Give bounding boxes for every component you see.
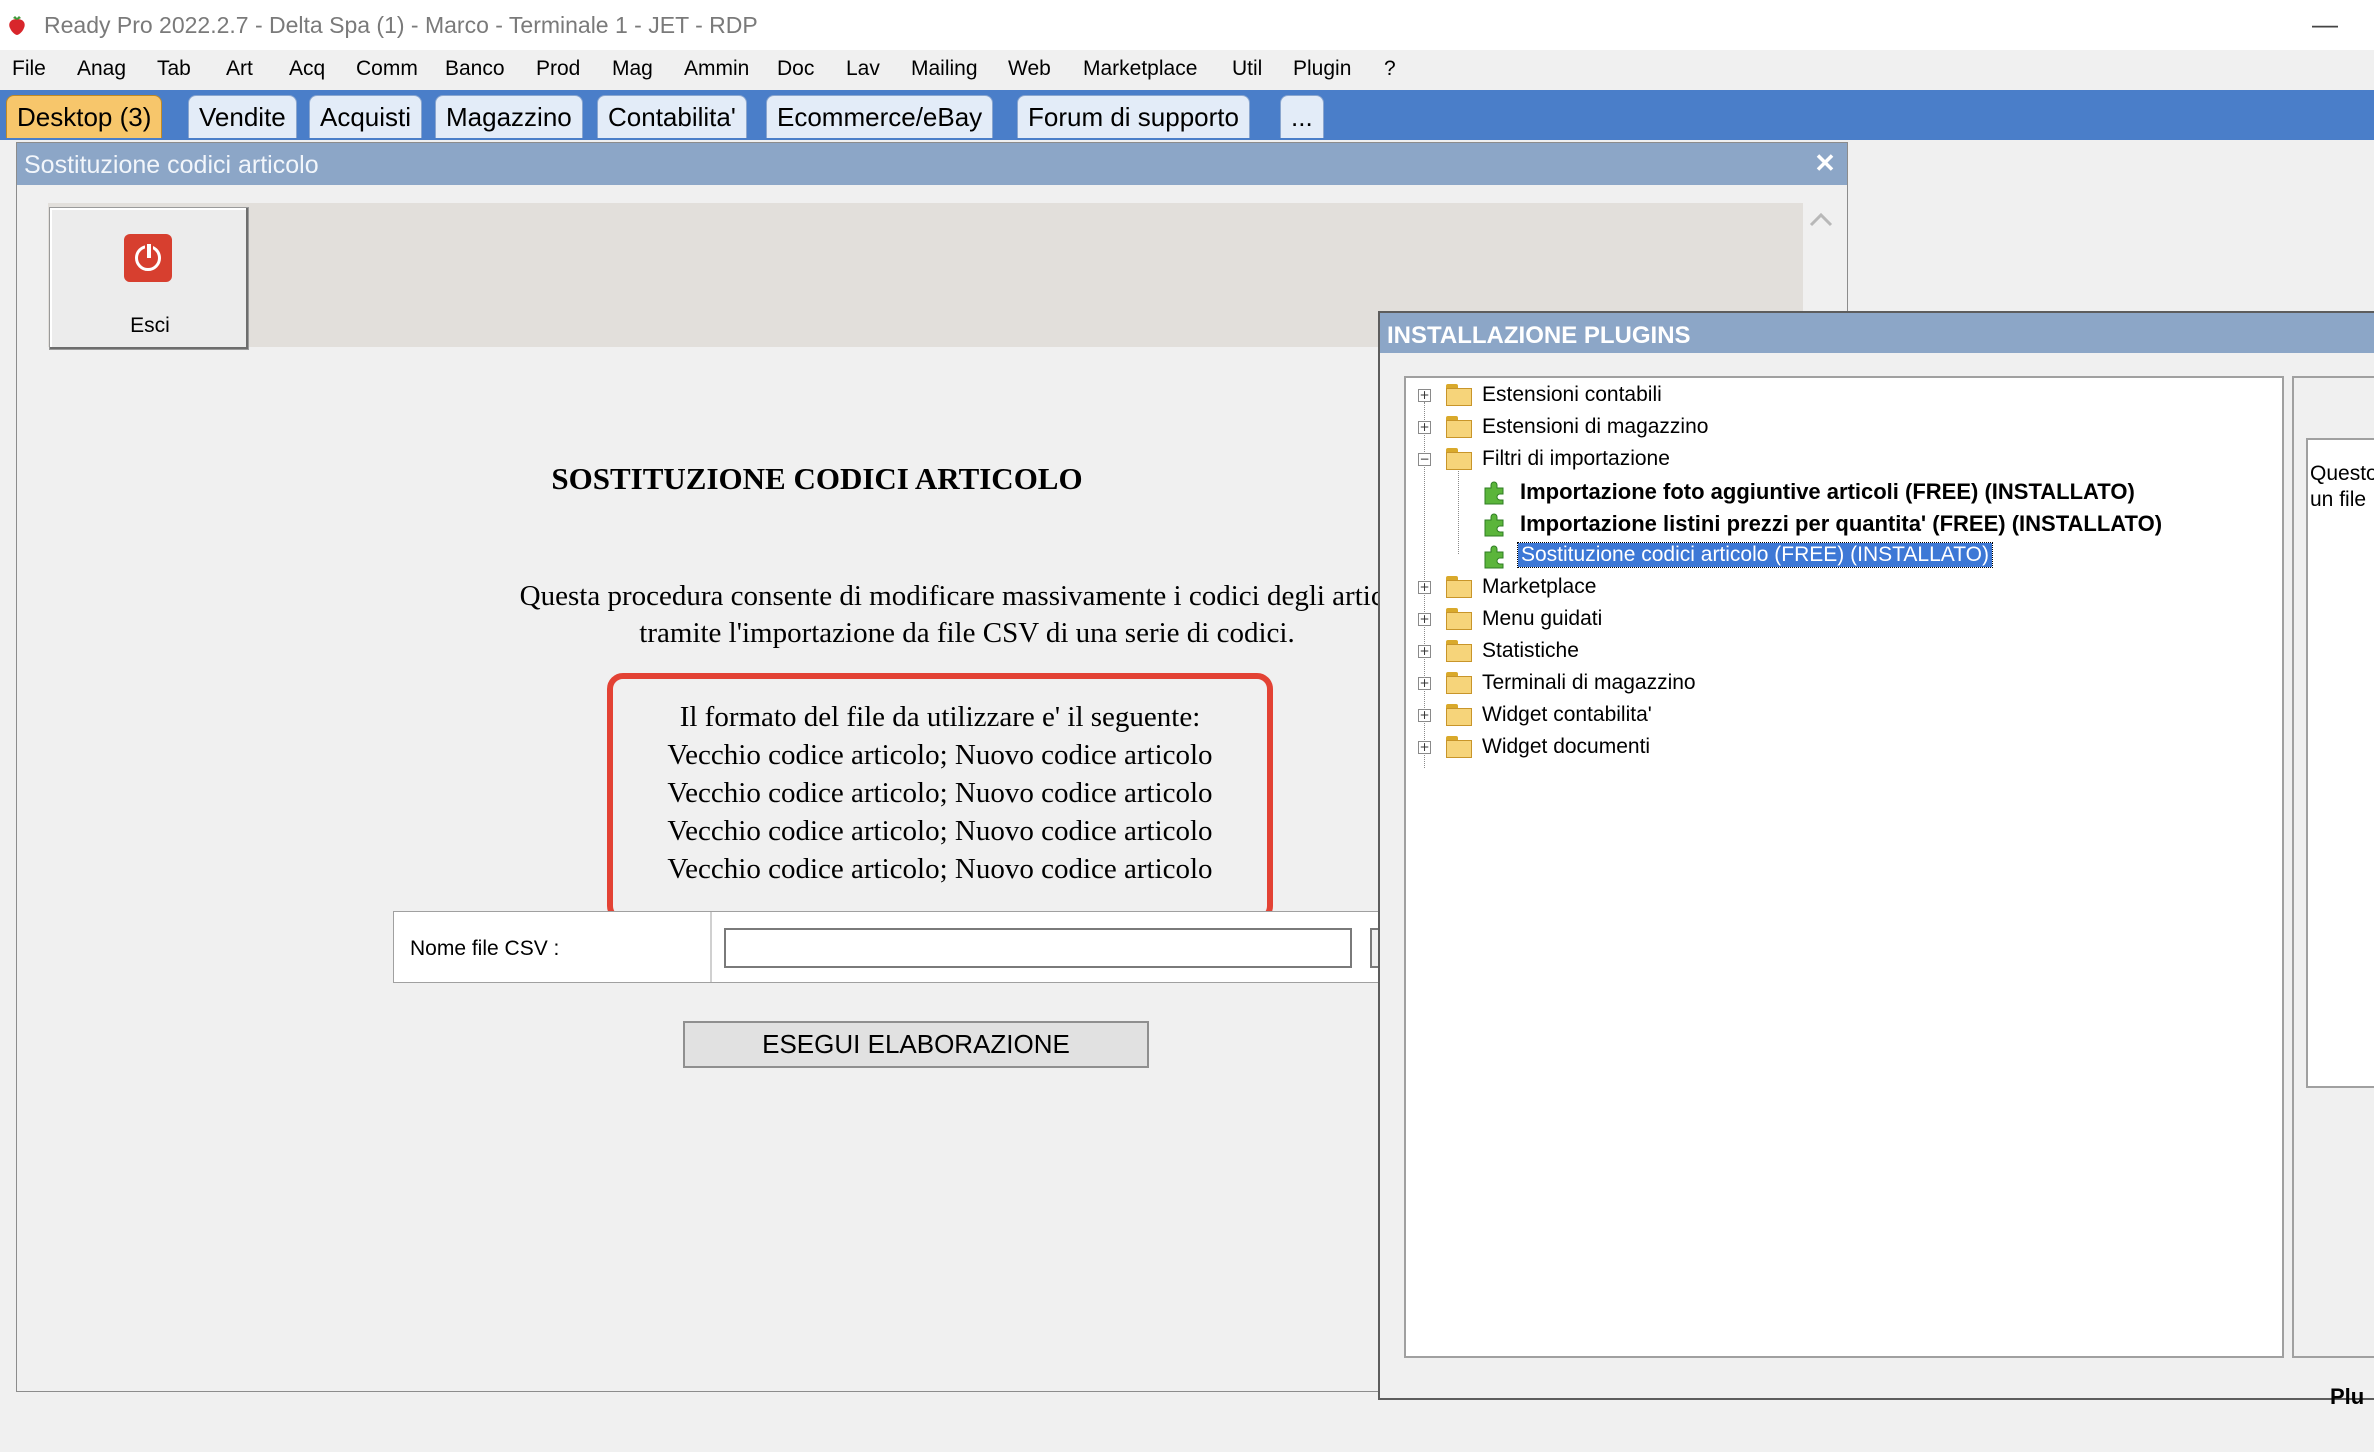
power-icon bbox=[124, 234, 172, 282]
expand-icon[interactable]: + bbox=[1418, 613, 1431, 626]
menu-file[interactable]: File bbox=[12, 57, 46, 81]
scroll-up-icon[interactable] bbox=[1803, 205, 1839, 235]
tree-item-label: Terminali di magazzino bbox=[1482, 671, 1696, 694]
minimize-button[interactable]: — bbox=[2305, 4, 2345, 44]
menu-comm[interactable]: Comm bbox=[356, 57, 418, 81]
format-line: Vecchio codice articolo; Nuovo codice ar… bbox=[667, 853, 1213, 885]
menu-mailing[interactable]: Mailing bbox=[911, 57, 978, 81]
expand-icon[interactable]: + bbox=[1418, 421, 1431, 434]
menu-tab[interactable]: Tab bbox=[157, 57, 191, 81]
collapse-icon[interactable]: − bbox=[1418, 453, 1431, 466]
expand-icon[interactable]: + bbox=[1418, 677, 1431, 690]
expand-icon[interactable]: + bbox=[1418, 709, 1431, 722]
tree-item-label: Importazione foto aggiuntive articoli (F… bbox=[1520, 479, 2135, 504]
close-icon[interactable]: ✕ bbox=[1811, 149, 1839, 177]
menu-doc[interactable]: Doc bbox=[777, 57, 814, 81]
menu-bar: File Anag Tab Art Acq Comm Banco Prod Ma… bbox=[0, 50, 2374, 90]
tree-item-label: Estensioni di magazzino bbox=[1482, 415, 1709, 438]
expand-icon[interactable]: + bbox=[1418, 645, 1431, 658]
plugin-tree: + Estensioni contabili + Estensioni di m… bbox=[1404, 376, 2284, 1358]
menu-marketplace[interactable]: Marketplace bbox=[1083, 57, 1197, 81]
csv-file-input[interactable] bbox=[724, 928, 1352, 968]
menu-help[interactable]: ? bbox=[1384, 57, 1396, 81]
puzzle-plugin-icon bbox=[1484, 545, 1504, 569]
tab-more[interactable]: ... bbox=[1280, 95, 1324, 138]
tab-forum[interactable]: Forum di supporto bbox=[1017, 95, 1250, 138]
expand-icon[interactable]: + bbox=[1418, 389, 1431, 402]
puzzle-plugin-icon bbox=[1484, 513, 1504, 537]
format-line: Vecchio codice articolo; Nuovo codice ar… bbox=[667, 739, 1213, 771]
tree-item-label: Widget documenti bbox=[1482, 735, 1651, 758]
expand-icon[interactable]: + bbox=[1418, 581, 1431, 594]
tree-item-label: Importazione listini prezzi per quantita… bbox=[1520, 511, 2163, 536]
tab-contabilita[interactable]: Contabilita' bbox=[597, 95, 747, 138]
menu-web[interactable]: Web bbox=[1008, 57, 1051, 81]
plugins-titlebar: INSTALLAZIONE PLUGINS bbox=[1380, 313, 2374, 353]
menu-banco[interactable]: Banco bbox=[445, 57, 505, 81]
folder-icon bbox=[1446, 672, 1472, 694]
folder-icon bbox=[1446, 608, 1472, 630]
expand-icon[interactable]: + bbox=[1418, 741, 1431, 754]
plugin-detail-panel: Questo un file Plu bbox=[2292, 376, 2374, 1409]
strawberry-app-icon bbox=[9, 16, 25, 35]
tree-item-label: Marketplace bbox=[1482, 575, 1597, 598]
window-title: Ready Pro 2022.2.7 - Delta Spa (1) - Mar… bbox=[44, 12, 758, 38]
tab-magazzino[interactable]: Magazzino bbox=[435, 95, 583, 138]
tree-item-label: Widget contabilita' bbox=[1482, 703, 1652, 726]
format-intro: Il formato del file da utilizzare e' il … bbox=[679, 701, 1201, 733]
tree-item-label: Statistiche bbox=[1482, 639, 1579, 662]
plugin-description-text: Questo bbox=[2310, 462, 2374, 485]
plugin-footer-text: Plu bbox=[2330, 1384, 2365, 1409]
puzzle-plugin-icon bbox=[1484, 481, 1504, 505]
tree-item-label: Menu guidati bbox=[1482, 607, 1603, 630]
tree-item-label: Estensioni contabili bbox=[1482, 383, 1662, 406]
page-title: SOSTITUZIONE CODICI ARTICOLO bbox=[551, 461, 1083, 496]
replace-codes-title: Sostituzione codici articolo bbox=[24, 151, 319, 179]
plugin-description-text: un file bbox=[2310, 488, 2367, 511]
tab-ecommerce[interactable]: Ecommerce/eBay bbox=[766, 95, 994, 138]
folder-icon bbox=[1446, 384, 1472, 406]
folder-icon bbox=[1446, 640, 1472, 662]
tab-desktop[interactable]: Desktop (3) bbox=[6, 95, 163, 138]
csv-file-label: Nome file CSV : bbox=[410, 937, 560, 960]
csv-file-row: Nome file CSV : bbox=[393, 911, 1400, 983]
menu-mag[interactable]: Mag bbox=[612, 57, 653, 81]
menu-art[interactable]: Art bbox=[226, 57, 253, 81]
menu-prod[interactable]: Prod bbox=[536, 57, 580, 81]
folder-icon bbox=[1446, 576, 1472, 598]
replace-codes-titlebar: Sostituzione codici articolo ✕ bbox=[17, 143, 1847, 185]
tab-bar: Desktop (3) Vendite Acquisti Magazzino C… bbox=[0, 90, 2374, 140]
tree-item-label: Filtri di importazione bbox=[1482, 447, 1670, 470]
menu-lav[interactable]: Lav bbox=[846, 57, 880, 81]
plugins-title: INSTALLAZIONE PLUGINS bbox=[1387, 322, 1691, 349]
format-line: Vecchio codice articolo; Nuovo codice ar… bbox=[667, 777, 1213, 809]
menu-anag[interactable]: Anag bbox=[77, 57, 126, 81]
menu-acq[interactable]: Acq bbox=[289, 57, 325, 81]
tab-vendite[interactable]: Vendite bbox=[188, 95, 297, 138]
folder-icon bbox=[1446, 704, 1472, 726]
menu-util[interactable]: Util bbox=[1232, 57, 1262, 81]
window-titlebar: Ready Pro 2022.2.7 - Delta Spa (1) - Mar… bbox=[0, 0, 2374, 50]
exit-button-label: Esci bbox=[130, 314, 170, 337]
tab-acquisti[interactable]: Acquisti bbox=[309, 95, 423, 138]
folder-icon bbox=[1446, 416, 1472, 438]
folder-open-icon bbox=[1446, 448, 1472, 470]
run-processing-button[interactable]: ESEGUI ELABORAZIONE bbox=[683, 1021, 1149, 1068]
folder-icon bbox=[1446, 736, 1472, 758]
format-highlight-box: Il formato del file da utilizzare e' il … bbox=[607, 673, 1273, 922]
tree-item-label-selected: Sostituzione codici articolo (FREE) (INS… bbox=[1517, 542, 1993, 568]
menu-plugin[interactable]: Plugin bbox=[1293, 57, 1351, 81]
exit-button[interactable]: Esci bbox=[49, 207, 249, 350]
plugins-install-window: INSTALLAZIONE PLUGINS + Estensioni conta… bbox=[1378, 311, 2374, 1409]
menu-ammin[interactable]: Ammin bbox=[684, 57, 749, 81]
format-line: Vecchio codice articolo; Nuovo codice ar… bbox=[667, 815, 1213, 847]
plugin-description-box: Questo un file bbox=[2306, 438, 2374, 1088]
